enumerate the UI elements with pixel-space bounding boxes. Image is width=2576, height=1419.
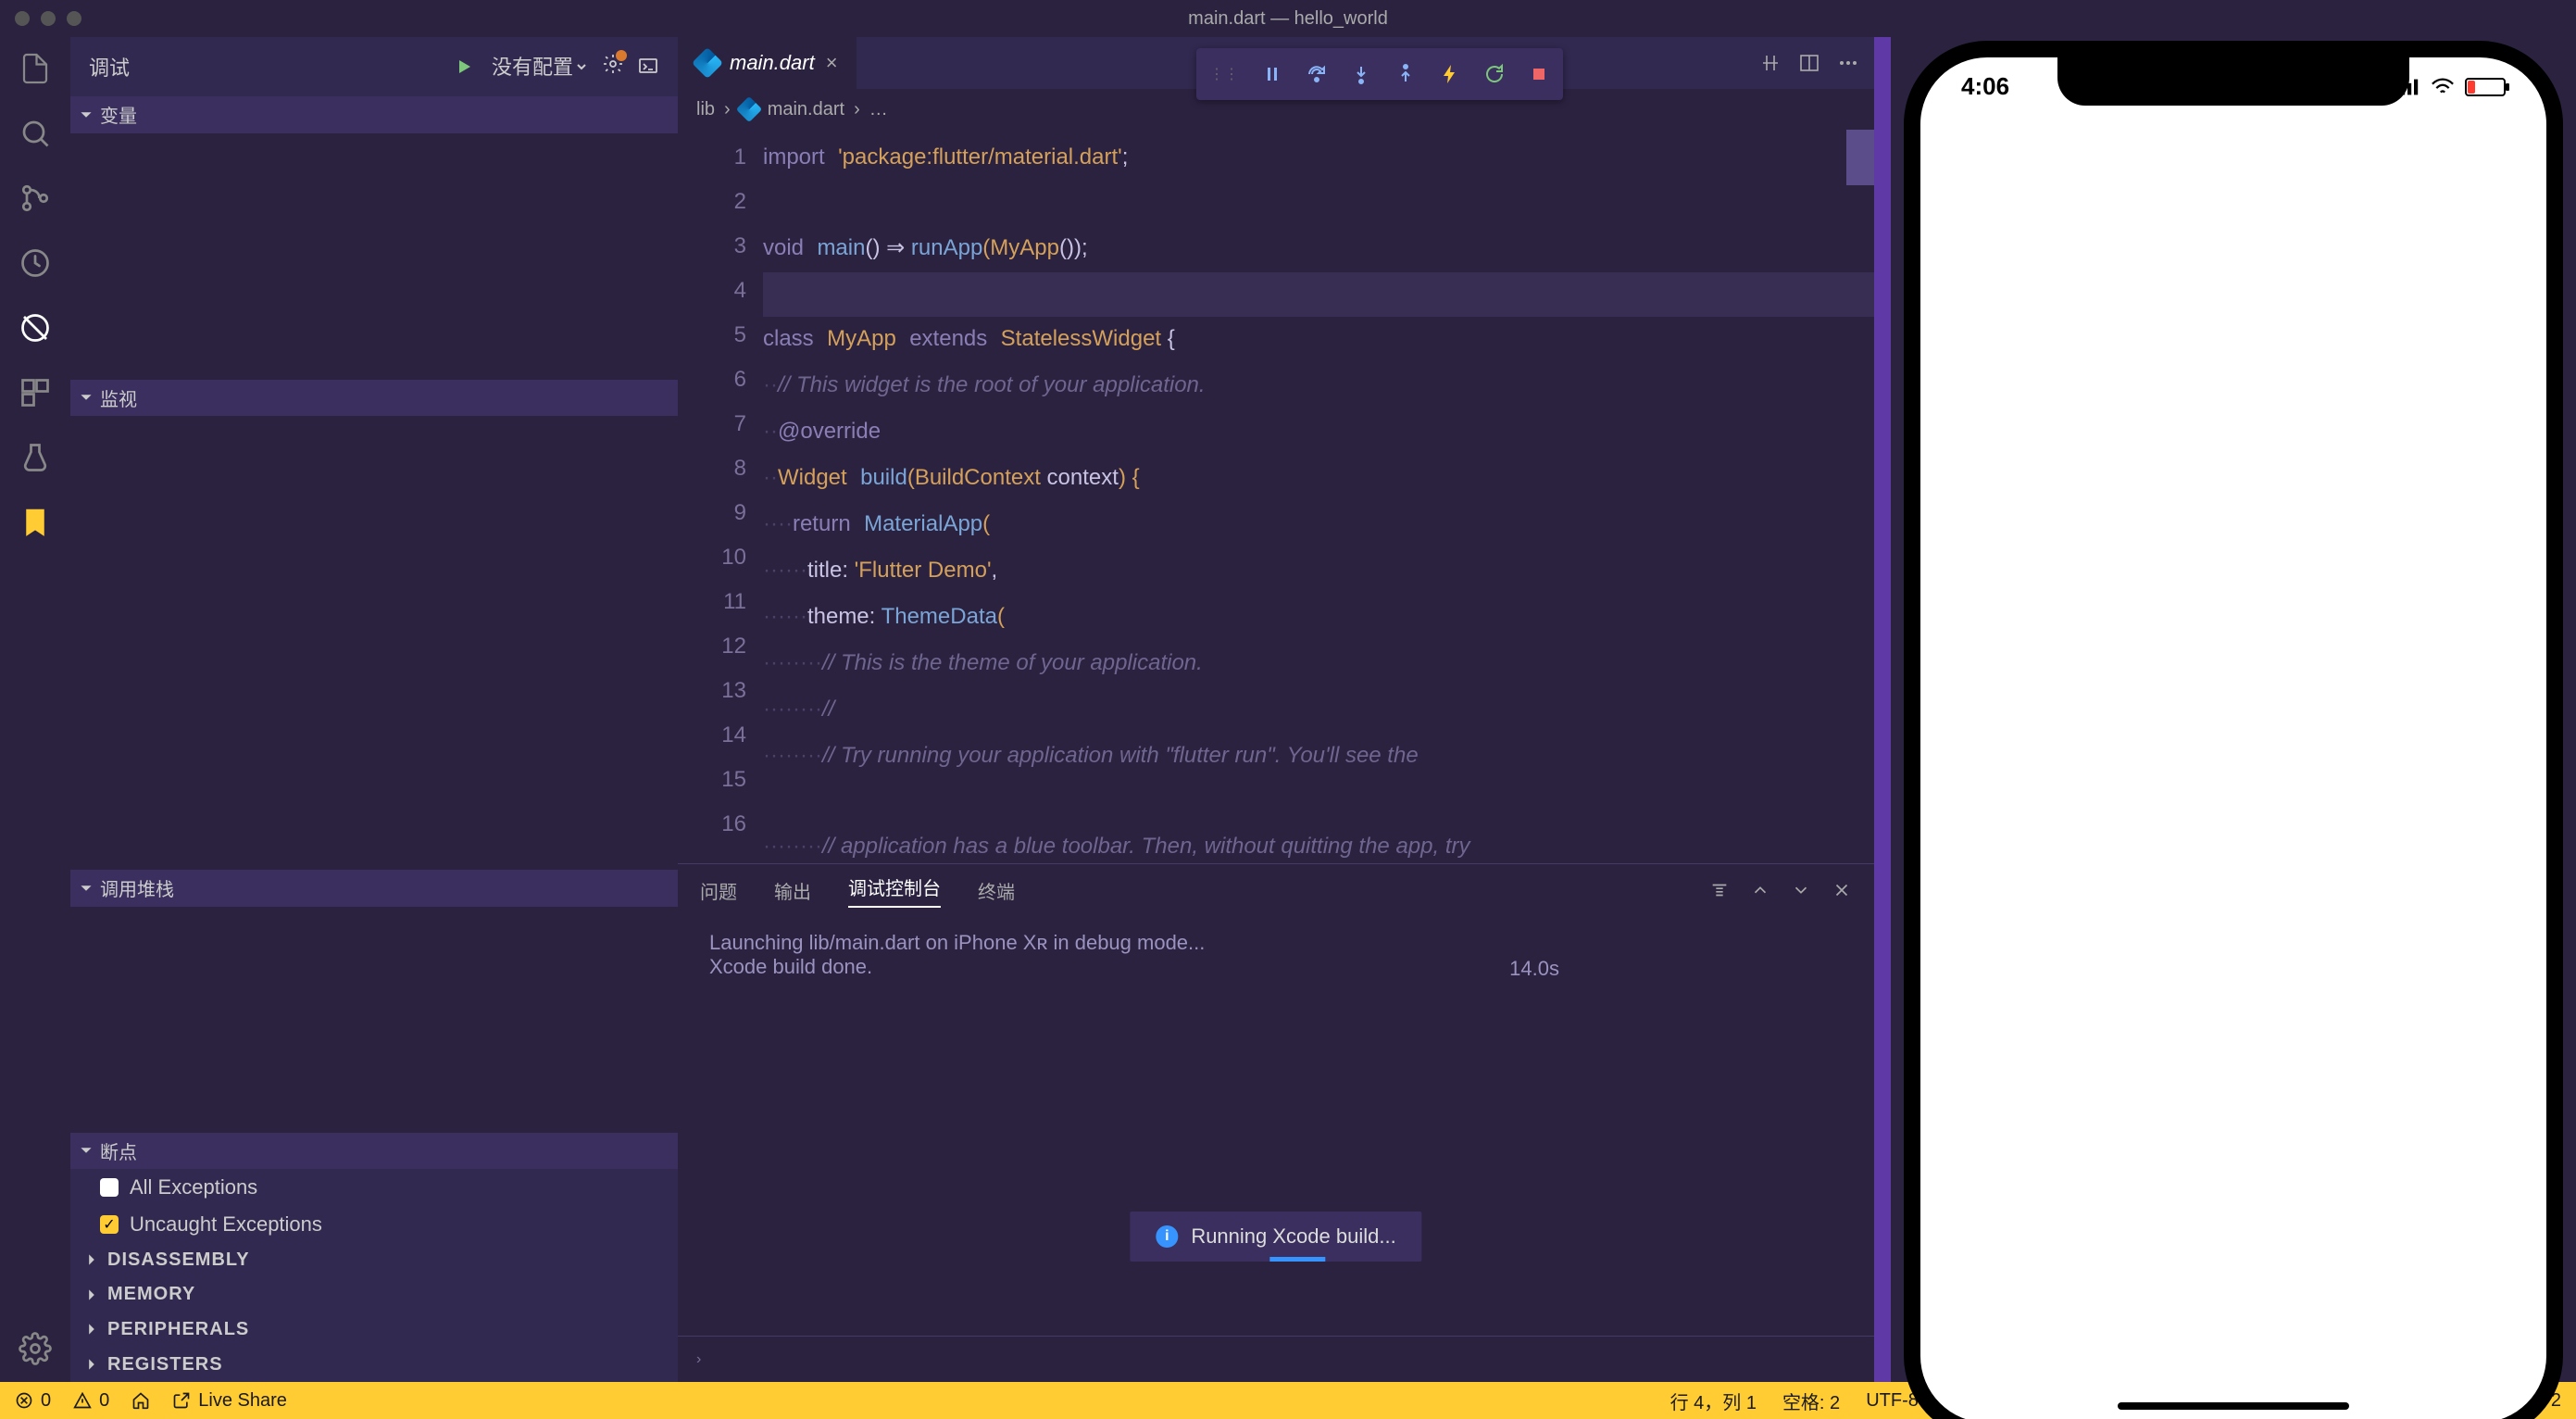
extensions-icon[interactable] [17,374,54,411]
battery-icon [2465,78,2506,96]
section-callstack[interactable]: 调用堆栈 [70,870,678,907]
minimap[interactable] [1846,130,1874,185]
titlebar: main.dart — hello_world [0,0,2576,37]
traffic-close[interactable] [15,11,30,26]
hot-reload-icon[interactable] [1439,63,1461,85]
section-watch[interactable]: 监视 [70,380,678,417]
dart-file-icon [692,47,723,79]
stop-icon[interactable] [1528,63,1550,85]
tab-problems[interactable]: 问题 [700,877,737,904]
section-registers[interactable]: REGISTERS [70,1347,678,1382]
section-peripherals[interactable]: PERIPHERALS [70,1312,678,1348]
status-position[interactable]: 行 4，列 1 [1670,1388,1757,1414]
debug-sidebar: 调试 没有配置 变量 监视 [70,37,678,1382]
phone-time: 4:06 [1961,72,2009,101]
dart-file-icon [736,96,762,122]
debug-toolbar[interactable]: ⋮⋮ [1196,48,1563,100]
debug-console-input[interactable]: › [678,1336,1874,1382]
checkbox-checked[interactable]: ✓ [100,1215,119,1234]
wifi-icon [2430,78,2456,96]
status-live-share[interactable]: Live Share [172,1390,287,1412]
debug-config-select[interactable]: 没有配置 [488,55,589,80]
cellular-icon [2395,78,2420,96]
debug-console-body[interactable]: Launching lib/main.dart on iPhone Xʀ in … [678,916,1874,1336]
checkbox-unchecked[interactable] [100,1178,119,1197]
scm-icon[interactable] [17,180,54,217]
window-title: main.dart — hello_world [1188,8,1388,30]
breakpoint-uncaught-exceptions[interactable]: ✓ Uncaught Exceptions [70,1206,678,1243]
chevron-right-icon: › [854,99,860,120]
section-disassembly[interactable]: DISASSEMBLY [70,1242,678,1277]
code-content[interactable]: import 'package:flutter/material.dart'; … [763,130,1874,863]
split-editor-icon[interactable] [1798,52,1820,74]
iphone-screen[interactable]: 4:06 [1920,57,2546,1419]
pause-icon[interactable] [1261,63,1283,85]
search-icon[interactable] [17,115,54,152]
bottom-panel: 问题 输出 调试控制台 终端 Launching lib/main.dart o… [678,863,1874,1382]
debug-active-icon[interactable] [17,309,54,346]
build-toast: i Running Xcode build... [1130,1212,1421,1262]
chevron-down-icon [80,108,93,121]
clear-icon[interactable] [1709,880,1730,900]
step-out-icon[interactable] [1394,63,1417,85]
tab-terminal[interactable]: 终端 [978,877,1015,904]
chevron-right-icon [85,1323,98,1336]
test-icon[interactable] [17,439,54,476]
watch-body [70,416,678,870]
sidebar-title: 调试 [89,52,130,82]
close-tab-icon[interactable]: × [826,51,838,75]
divider-strip [1874,37,1891,1382]
status-warnings[interactable]: 0 [73,1390,109,1412]
home-indicator [2118,1402,2349,1410]
expand-icon[interactable] [1791,880,1811,900]
variables-body [70,133,678,380]
activity-bar [0,37,70,1382]
chevron-right-icon [85,1253,98,1266]
status-encoding[interactable]: UTF-8 [1866,1390,1919,1412]
tab-debug-console[interactable]: 调试控制台 [848,873,941,908]
step-into-icon[interactable] [1350,63,1372,85]
section-breakpoints[interactable]: 断点 [70,1133,678,1170]
tab-output[interactable]: 输出 [774,877,811,904]
compare-icon[interactable] [1759,52,1782,74]
simulator-pane: 4:06 [1891,37,2576,1382]
debug-settings-icon[interactable] [602,53,624,81]
more-icon[interactable] [1837,52,1859,74]
traffic-min[interactable] [41,11,56,26]
chevron-right-icon [85,1288,98,1301]
section-memory[interactable]: MEMORY [70,1277,678,1312]
debug-icon[interactable] [17,245,54,282]
restart-icon[interactable] [1483,63,1506,85]
bookmark-icon[interactable] [17,504,54,541]
chevron-right-icon [85,1358,98,1371]
iphone-frame: 4:06 [1904,41,2563,1419]
chevron-down-icon [80,391,93,404]
info-icon: i [1156,1225,1178,1248]
chevron-down-icon [80,1144,93,1157]
grip-icon[interactable]: ⋮⋮ [1209,65,1239,83]
chevron-down-icon [80,882,93,895]
settings-gear-icon[interactable] [17,1330,54,1367]
chevron-right-icon: › [724,99,731,120]
callstack-body [70,907,678,1133]
breakpoint-all-exceptions[interactable]: All Exceptions [70,1169,678,1206]
debug-console-icon[interactable] [637,56,659,78]
start-debug-icon[interactable] [453,56,475,78]
section-variables[interactable]: 变量 [70,96,678,133]
traffic-max[interactable] [67,11,81,26]
line-gutter: 1 2 3 4 5 6 7 8 9 10 11 12 13 14 15 16 [678,130,763,863]
collapse-icon[interactable] [1750,880,1770,900]
close-panel-icon[interactable] [1832,880,1852,900]
step-over-icon[interactable] [1306,63,1328,85]
tab-main-dart[interactable]: main.dart × [678,37,857,89]
explorer-icon[interactable] [17,50,54,87]
status-spaces[interactable]: 空格: 2 [1782,1388,1840,1414]
status-errors[interactable]: 0 [15,1390,51,1412]
status-home-icon[interactable] [131,1391,150,1410]
code-editor[interactable]: 1 2 3 4 5 6 7 8 9 10 11 12 13 14 15 16 i… [678,130,1874,863]
